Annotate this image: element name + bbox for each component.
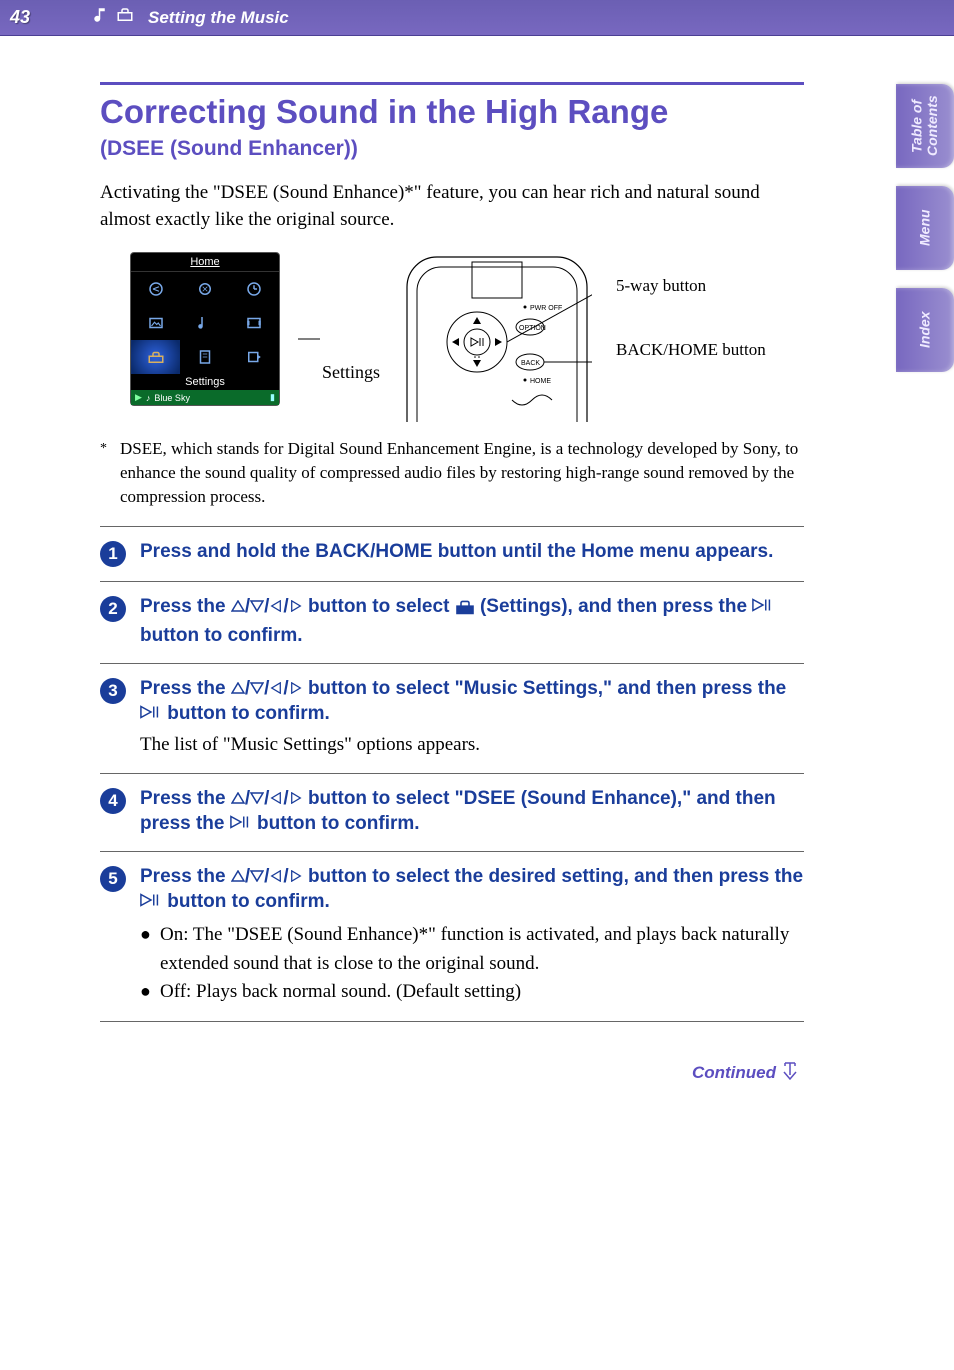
play-indicator-icon: ▶: [135, 392, 142, 403]
figure-label-settings: Settings: [322, 362, 380, 383]
home-icon-3: [230, 272, 279, 306]
home-icon-8: [180, 340, 229, 374]
home-icon-2: [180, 272, 229, 306]
page-number: 43: [10, 7, 56, 28]
dpad-icon: ///: [231, 864, 303, 890]
tab-toc[interactable]: Table of Contents: [896, 84, 954, 168]
step-1: 1 Press and hold the BACK/HOME button un…: [100, 526, 804, 581]
step-5-bullets: ●On: The "DSEE (Sound Enhance)*" functio…: [140, 921, 804, 1007]
step-3-body: The list of "Music Settings" options app…: [140, 731, 804, 759]
np-battery-icon: ▮: [270, 392, 275, 403]
home-icon-5: [180, 306, 229, 340]
device-option-text: OPTION: [519, 325, 546, 332]
home-icon-4: [131, 306, 180, 340]
footnote: * DSEE, which stands for Digital Sound E…: [100, 437, 804, 508]
np-note-icon: ♪: [146, 393, 151, 403]
device-pwroff-text: PWR OFF: [530, 305, 562, 312]
step-num-2: 2: [100, 596, 126, 622]
footnote-text: DSEE, which stands for Digital Sound Enh…: [120, 437, 804, 508]
home-icon-settings: [131, 340, 180, 374]
music-note-icon: [92, 6, 110, 29]
page-header: 43 Setting the Music: [0, 0, 954, 36]
steps: 1 Press and hold the BACK/HOME button un…: [100, 526, 804, 1021]
home-icon-9: [230, 340, 279, 374]
callout-backhome: BACK/HOME button: [616, 340, 766, 360]
play-pause-icon: [230, 815, 252, 829]
step-3-heading: Press the /// button to select "Music Se…: [140, 676, 804, 727]
header-icons: [92, 6, 134, 29]
step-num-3: 3: [100, 678, 126, 704]
footnote-marker: *: [100, 439, 118, 508]
dpad-icon: ///: [231, 676, 303, 702]
step-3: 3 Press the /// button to select "Music …: [100, 663, 804, 773]
dpad-icon: ///: [231, 786, 303, 812]
step-num-1: 1: [100, 541, 126, 567]
breadcrumb: Setting the Music: [148, 8, 289, 28]
play-pause-icon: [140, 893, 162, 907]
page-title: Correcting Sound in the High Range: [100, 93, 804, 131]
step-5-heading: Press the /// button to select the desir…: [140, 864, 804, 915]
page-content: Correcting Sound in the High Range (DSEE…: [0, 36, 954, 1085]
device-back-text: BACK: [521, 360, 540, 367]
home-selected-label: Settings: [131, 374, 279, 390]
bullet-off: ●Off: Plays back normal sound. (Default …: [140, 978, 804, 1007]
play-pause-icon: [140, 705, 162, 719]
continued-arrow-icon: [782, 1062, 798, 1085]
tab-index[interactable]: Index: [896, 288, 954, 372]
toolbox-icon: [116, 6, 134, 29]
step-2: 2 Press the /// button to select (Settin…: [100, 581, 804, 662]
side-tabs: Table of Contents Menu Index: [896, 84, 954, 372]
play-pause-icon: [752, 598, 774, 612]
step-1-heading: Press and hold the BACK/HOME button unti…: [140, 539, 804, 565]
settings-toolbox-icon: [455, 597, 475, 623]
home-title: Home: [131, 253, 279, 272]
now-playing-title: Blue Sky: [154, 393, 190, 403]
device-outline: PWR OFF OPTION BACK HOME: [402, 252, 592, 427]
continued-label: Continued: [692, 1063, 776, 1083]
title-rule: [100, 82, 804, 85]
home-icon-6: [230, 306, 279, 340]
step-num-5: 5: [100, 866, 126, 892]
callout-5way: 5-way button: [616, 276, 766, 296]
home-icon-1: [131, 272, 180, 306]
figure-row: Home Settings ▶ ♪ Blue Sky ▮: [130, 252, 804, 427]
bullet-on: ●On: The "DSEE (Sound Enhance)*" functio…: [140, 921, 804, 978]
intro-text: Activating the "DSEE (Sound Enhance)*" f…: [100, 179, 804, 234]
step-2-heading: Press the /// button to select (Settings…: [140, 594, 804, 648]
step-4-heading: Press the /// button to select "DSEE (So…: [140, 786, 804, 837]
device-home-screenshot: Home Settings ▶ ♪ Blue Sky ▮: [130, 252, 280, 406]
step-num-4: 4: [100, 788, 126, 814]
device-home-text: HOME: [530, 378, 551, 385]
step-5: 5 Press the /// button to select the des…: [100, 851, 804, 1022]
tab-menu[interactable]: Menu: [896, 186, 954, 270]
page-subtitle: (DSEE (Sound Enhancer)): [100, 137, 804, 161]
dpad-icon: ///: [231, 594, 303, 620]
step-4: 4 Press the /// button to select "DSEE (…: [100, 773, 804, 851]
now-playing-bar: ▶ ♪ Blue Sky ▮: [131, 390, 279, 405]
callouts: 5-way button BACK/HOME button: [616, 276, 766, 360]
continued-indicator: Continued: [100, 1062, 804, 1085]
